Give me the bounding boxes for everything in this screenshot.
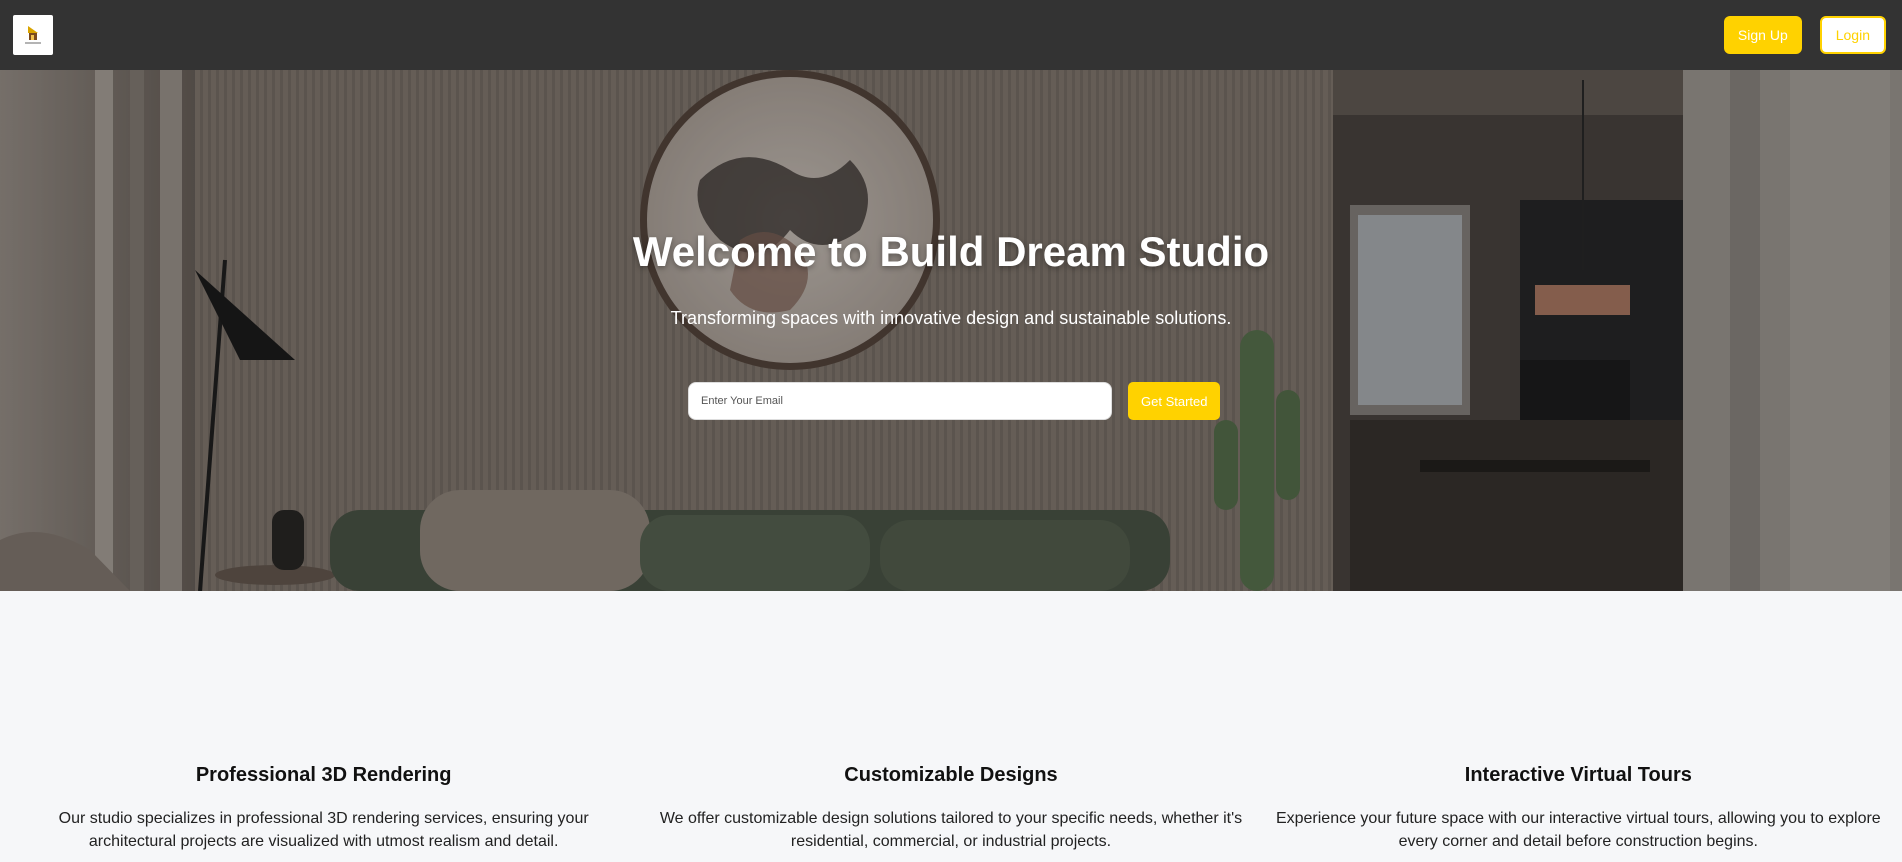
hero-subtitle: Transforming spaces with innovative desi… [670, 308, 1232, 328]
feature-title: Customizable Designs [844, 764, 1058, 786]
feature-title: Professional 3D Rendering [195, 764, 452, 786]
site-logo[interactable] [13, 15, 53, 55]
hero-content: Welcome to Build Dream Studio Transformi… [0, 70, 1902, 591]
feature-card: Professional 3D Rendering Our studio spe… [10, 591, 637, 862]
feature-description: Experience your future space with our in… [1275, 810, 1881, 850]
email-input[interactable] [688, 382, 1112, 420]
hero-section: Welcome to Build Dream Studio Transformi… [0, 70, 1902, 591]
get-started-button[interactable]: Get Started [1128, 382, 1221, 420]
login-button[interactable]: Login [1819, 16, 1886, 54]
feature-card: Interactive Virtual Tours Experience you… [1265, 591, 1892, 862]
house-logo-icon [20, 22, 46, 48]
feature-card: Customizable Designs We offer customizab… [637, 591, 1264, 862]
top-navbar: Sign Up Login [0, 0, 1902, 70]
feature-description: Our studio specializes in professional 3… [58, 810, 589, 850]
features-section: Professional 3D Rendering Our studio spe… [0, 591, 1902, 862]
feature-description: We offer customizable design solutions t… [659, 810, 1243, 850]
signup-button[interactable]: Sign Up [1723, 16, 1802, 54]
signup-form: Get Started [688, 382, 1221, 420]
nav-actions: Sign Up Login [1723, 16, 1886, 54]
feature-title: Interactive Virtual Tours [1464, 764, 1692, 786]
hero-title: Welcome to Build Dream Studio [632, 228, 1270, 275]
